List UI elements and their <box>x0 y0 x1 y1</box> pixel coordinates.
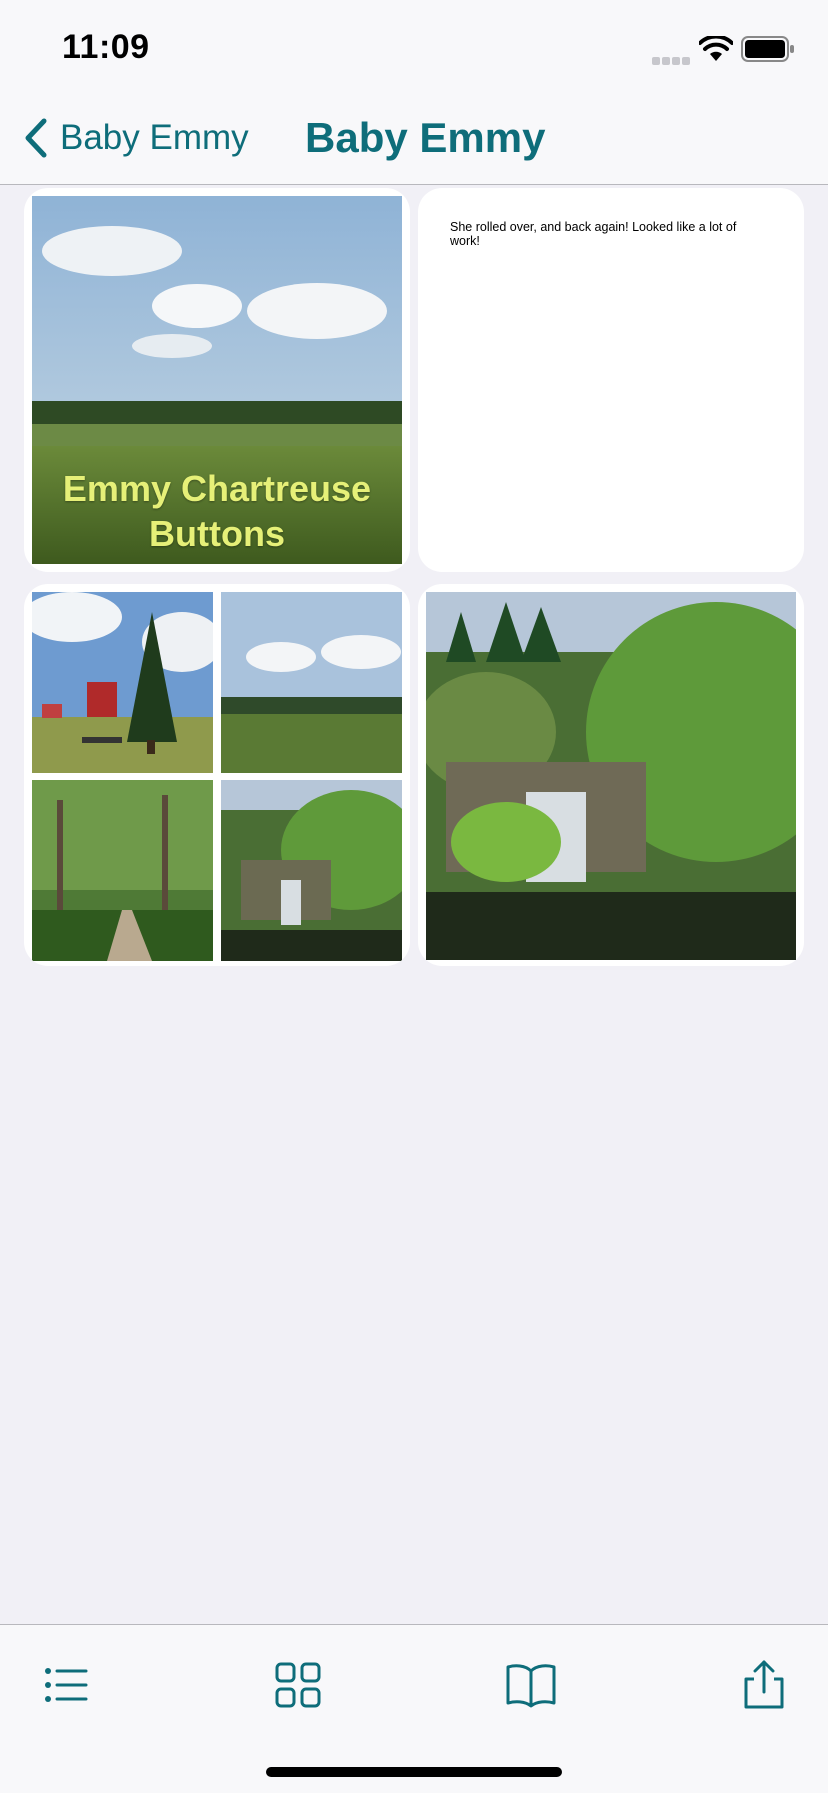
cover-photo-card[interactable]: Emmy Chartreuse Buttons <box>24 188 410 572</box>
grid-icon <box>275 1662 321 1708</box>
page-title: Baby Emmy <box>305 114 546 161</box>
waterfall-photo <box>426 592 796 960</box>
bottom-toolbar <box>0 1624 828 1793</box>
grid-button[interactable] <box>268 1655 328 1715</box>
status-bar: 11:09 <box>0 0 828 92</box>
note-text: She rolled over, and back again! Looked … <box>450 220 737 248</box>
cover-caption: Emmy Chartreuse Buttons <box>62 468 372 554</box>
status-time: 11:09 <box>62 28 150 66</box>
note-card[interactable]: She rolled over, and back again! Looked … <box>418 188 804 572</box>
battery-icon <box>741 36 794 62</box>
waterfall-card[interactable] <box>418 584 804 966</box>
back-button-label: Baby Emmy <box>60 118 249 157</box>
share-icon <box>744 1660 784 1709</box>
book-button[interactable] <box>501 1655 561 1715</box>
list-icon <box>45 1668 88 1702</box>
navigation-bar: Baby Emmy Baby Emmy <box>0 92 828 185</box>
share-button[interactable] <box>734 1655 794 1715</box>
home-indicator <box>266 1767 562 1777</box>
back-button[interactable]: Baby Emmy <box>22 116 249 160</box>
meadow-small-photo <box>221 592 402 773</box>
wifi-icon <box>699 36 733 61</box>
book-icon <box>506 1664 556 1708</box>
barn-tree-photo <box>32 592 213 773</box>
scrapbook-grid: Emmy Chartreuse Buttons She rolled over,… <box>0 185 828 1624</box>
forest-path-photo <box>32 780 213 961</box>
waterfall-small-photo <box>221 780 402 961</box>
list-button[interactable] <box>36 1655 96 1715</box>
cellular-signal-icon <box>652 52 692 70</box>
collage-card[interactable] <box>24 584 410 966</box>
chevron-left-icon <box>25 118 47 158</box>
